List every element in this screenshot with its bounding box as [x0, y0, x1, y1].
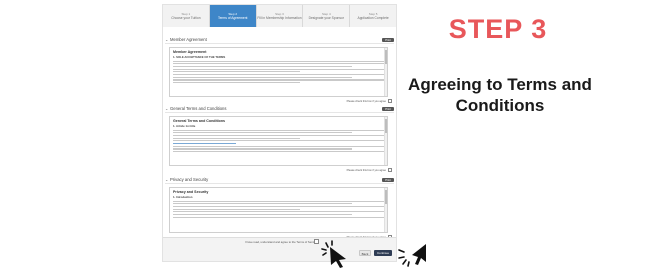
section-title: Privacy and Security — [170, 177, 209, 182]
text-line — [173, 134, 384, 137]
step-application-complete[interactable]: Step 5 Application Complete — [350, 5, 396, 27]
agree-checkbox[interactable] — [388, 99, 392, 103]
member-agreement-section: ⌄ Member Agreement Print — [165, 36, 394, 44]
text-line — [173, 200, 384, 202]
text-line — [173, 71, 300, 73]
text-line — [173, 205, 384, 208]
text-line — [173, 140, 384, 142]
scrollbar[interactable] — [384, 188, 387, 232]
privacy-security-textbox[interactable]: Privacy and Security 1. Introduction — [169, 187, 388, 233]
text-line — [173, 63, 384, 65]
text-line — [173, 60, 384, 62]
text-link[interactable] — [173, 142, 237, 145]
agree-label: Please check this box if you agree — [346, 168, 386, 172]
print-button[interactable]: Print — [382, 177, 394, 182]
print-button[interactable]: Print — [382, 37, 394, 42]
general-terms-section: ⌄ General Terms and Conditions Print — [165, 105, 394, 113]
box-subtitle: 1. Introduction — [173, 195, 193, 199]
agree-all-label: I have read, understand and agree to the… — [245, 240, 318, 244]
section-header[interactable]: ⌄ Member Agreement Print — [165, 36, 394, 44]
step-label: Fill in Membership Information — [257, 16, 302, 20]
general-terms-agree: Please check this box if you agree — [347, 168, 392, 172]
step-designate-sponsor[interactable]: Step 4 Designate your Sponsor — [303, 5, 351, 27]
text-line — [173, 137, 300, 139]
text-line — [173, 151, 384, 153]
continue-button[interactable]: Continue — [374, 250, 392, 256]
section-title: Member Agreement — [170, 37, 207, 42]
text-line — [173, 129, 384, 131]
box-subtitle: 1. SOLE ACCEPTANCE OF THE TERMS — [173, 55, 226, 59]
step-terms-of-agreement[interactable]: Step 2 Terms of Agreement — [209, 5, 257, 27]
member-agreement-textbox[interactable]: Member Agreement 1. SOLE ACCEPTANCE OF T… — [169, 47, 388, 97]
text-line — [173, 79, 384, 81]
pointer-hand-click-icon — [321, 240, 346, 268]
text-line — [173, 211, 384, 213]
text-line — [173, 68, 384, 70]
text-line — [173, 73, 384, 76]
step-caption: Agreeing to Terms and Conditions — [408, 75, 592, 115]
text-line — [173, 203, 353, 205]
scrollbar-thumb[interactable] — [385, 50, 387, 64]
step-label: Designate your Sponsor — [308, 16, 344, 20]
general-terms-textbox[interactable]: General Terms and Conditions 1. Article … — [169, 116, 388, 166]
scrollbar[interactable] — [384, 48, 387, 96]
text-line — [173, 213, 353, 216]
section-header[interactable]: ⌄ General Terms and Conditions Print — [165, 105, 394, 113]
scrollbar[interactable] — [384, 117, 387, 165]
form-footer: I have read, understand and agree to the… — [163, 237, 396, 261]
agree-all-checkbox[interactable] — [314, 239, 319, 244]
step-choose-tuition[interactable]: Step 1 Choose your Tuition — [163, 5, 210, 27]
text-line — [173, 82, 300, 84]
text-line — [173, 65, 353, 68]
text-line — [173, 132, 353, 134]
box-subtitle: 1. Article 1st title — [173, 124, 196, 128]
section-title: General Terms and Conditions — [170, 106, 227, 111]
text-line — [173, 76, 353, 78]
step-membership-information[interactable]: Step 3 Fill in Membership Information — [256, 5, 304, 27]
step-label: Choose your Tuition — [171, 16, 201, 20]
step-label: Terms of Agreement — [217, 16, 248, 20]
privacy-security-section: ⌄ Privacy and Security Print — [165, 176, 394, 184]
print-button[interactable]: Print — [382, 106, 394, 111]
terms-screenshot: Step 1 Choose your Tuition Step 2 Terms … — [162, 4, 397, 262]
text-line — [173, 208, 300, 210]
agree-checkbox[interactable] — [388, 168, 392, 172]
text-line — [173, 216, 384, 218]
agree-label: Please check this box if you agree — [346, 99, 386, 103]
step-label: Application Complete — [357, 16, 389, 20]
section-header[interactable]: ⌄ Privacy and Security Print — [165, 176, 394, 184]
step-heading: STEP 3 — [448, 14, 548, 44]
scrollbar-thumb[interactable] — [385, 119, 387, 133]
scrollbar-thumb[interactable] — [385, 190, 387, 204]
member-agreement-agree: Please check this box if you agree — [347, 99, 392, 103]
back-button[interactable]: Back — [359, 250, 371, 256]
text-line — [173, 145, 384, 147]
progress-stepper: Step 1 Choose your Tuition Step 2 Terms … — [163, 5, 396, 27]
pointer-hand-click-icon — [398, 244, 426, 267]
text-line — [173, 148, 353, 150]
